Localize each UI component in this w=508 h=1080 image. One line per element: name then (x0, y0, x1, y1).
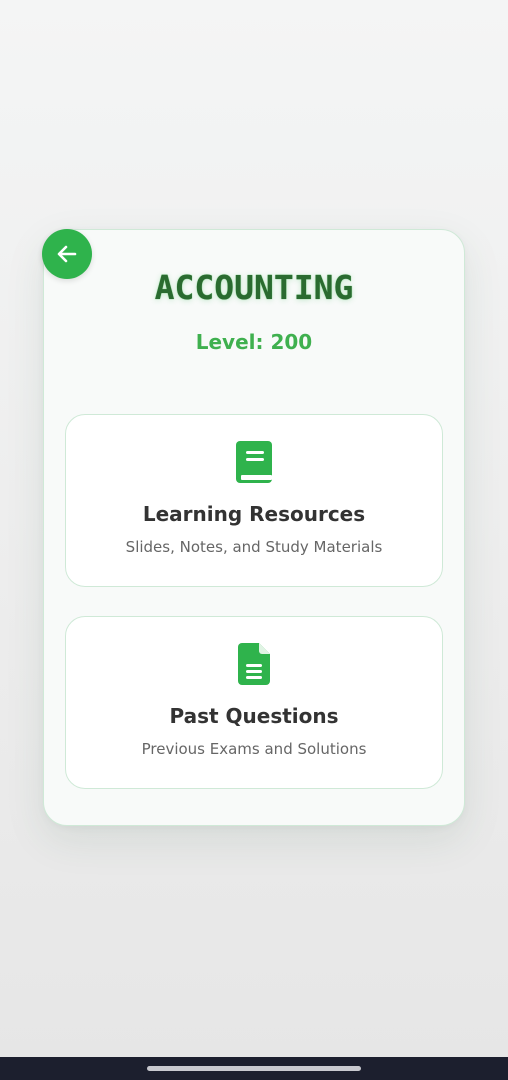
book-icon (66, 441, 442, 483)
past-questions-button[interactable]: Past Questions Previous Exams and Soluti… (65, 616, 443, 789)
option-title: Past Questions (169, 704, 339, 728)
system-nav-bar (0, 1057, 508, 1080)
home-indicator[interactable] (147, 1066, 361, 1071)
option-title: Learning Resources (142, 502, 366, 526)
course-card: ACCOUNTING Level: 200 Learning Resources… (43, 229, 465, 826)
back-button[interactable] (42, 229, 92, 279)
document-icon (66, 643, 442, 685)
option-subtitle: Previous Exams and Solutions (141, 740, 367, 758)
learning-resources-button[interactable]: Learning Resources Slides, Notes, and St… (65, 414, 443, 587)
option-subtitle: Slides, Notes, and Study Materials (125, 538, 383, 556)
course-title: ACCOUNTING (154, 268, 354, 307)
level-label: Level: 200 (195, 330, 313, 354)
arrow-left-icon (57, 245, 77, 263)
